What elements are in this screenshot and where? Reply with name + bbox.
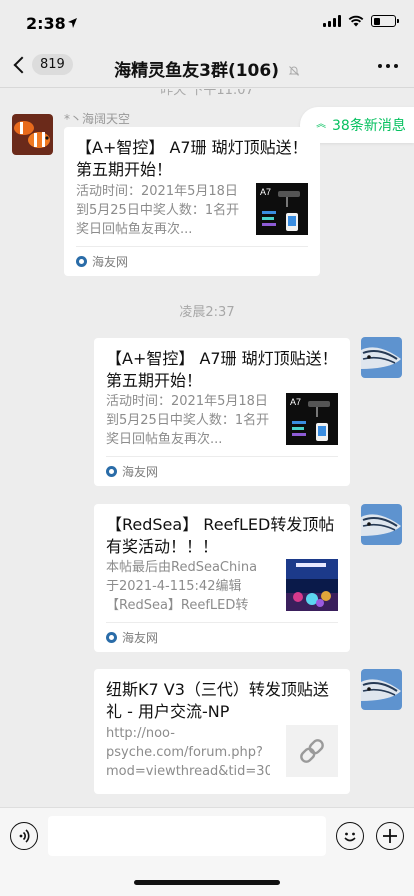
cellular-signal-icon [323, 15, 341, 27]
card-title: 【A+智控】 A7珊 瑚灯顶贴送！ 第五期开始！ [76, 138, 308, 179]
card-thumbnail [286, 559, 338, 611]
more-button[interactable] [378, 64, 398, 68]
more-functions-button[interactable] [376, 822, 404, 850]
thumb-a7-text: A7 [260, 187, 271, 197]
more-icon [378, 64, 382, 68]
link-card[interactable]: 【RedSea】 ReefLED转发顶帖有奖活动！！！ 本帖最后由RedSeaC… [94, 504, 350, 652]
card-title: 【RedSea】 ReefLED转发顶帖有奖活动！！！ [106, 515, 335, 556]
avatar-self[interactable] [361, 337, 402, 378]
card-source-name: 海友网 [92, 255, 129, 269]
emoji-icon [344, 832, 356, 842]
card-source: 海友网 [76, 246, 308, 276]
home-indicator [134, 880, 280, 885]
card-title: 【A+智控】 A7珊 瑚灯顶贴送！ 第五期开始！ [106, 349, 338, 390]
card-source-name: 海友网 [122, 465, 159, 479]
status-bar: 2:38 [0, 0, 414, 44]
voice-icon [19, 829, 30, 843]
thumb-a7-text: A7 [290, 397, 301, 407]
source-logo-icon [106, 466, 117, 477]
chat-header: 819 海精灵鱼友3群(106) [0, 44, 414, 88]
group-name: 海精灵鱼友3群(106) [114, 61, 279, 81]
link-card[interactable]: 【A+智控】 A7珊 瑚灯顶贴送！ 第五期开始！ 活动时间：2021年5月18日… [94, 338, 350, 486]
card-thumbnail: A7 [286, 393, 338, 445]
source-logo-icon [106, 632, 117, 643]
card-description: 活动时间：2021年5月18日到5月25日中奖人数：1名开奖日回帖鱼友再次... [76, 184, 240, 237]
link-card[interactable]: 纽斯K7 V3（三代）转发顶贴送礼 - 用户交流-NP http://noo-p… [94, 669, 350, 794]
partial-timestamp: 昨天 下午11:07 [160, 89, 254, 98]
fish-avatar-image [361, 669, 402, 710]
location-arrow-icon [68, 18, 77, 28]
plus-icon [383, 829, 397, 843]
sender-name: *丶海阔天空 [64, 112, 131, 126]
card-thumbnail: A7 [256, 183, 308, 235]
new-messages-label: 38条新消息 [332, 118, 406, 134]
message-list[interactable]: 昨天 下午11:07 ︽ 38条新消息 *丶海阔天空 【A+智控】 A7珊 瑚灯… [0, 89, 414, 807]
card-source: 海友网 [106, 622, 338, 652]
voice-button[interactable] [10, 822, 38, 850]
avatar-clownfish[interactable] [12, 114, 53, 155]
emoji-button[interactable] [336, 822, 364, 850]
mute-icon [288, 66, 300, 76]
avatar-self[interactable] [361, 669, 402, 710]
card-description: 活动时间：2021年5月18日到5月25日中奖人数：1名开奖日回帖鱼友再次... [106, 394, 270, 447]
message-input[interactable] [48, 816, 326, 856]
avatar-self[interactable] [361, 504, 402, 545]
card-source: 海友网 [106, 456, 338, 486]
chat-title: 海精灵鱼友3群(106) [0, 56, 414, 81]
time-divider: 凌晨2:37 [179, 305, 235, 320]
source-logo-icon [76, 256, 87, 267]
card-description: http://noo-psyche.com/forum.php?mod=view… [106, 726, 270, 779]
clownfish-avatar-image [12, 114, 53, 155]
link-card[interactable]: 【A+智控】 A7珊 瑚灯顶贴送！ 第五期开始！ 活动时间：2021年5月18日… [64, 127, 320, 276]
fish-avatar-image [361, 337, 402, 378]
card-title: 纽斯K7 V3（三代）转发顶贴送礼 - 用户交流-NP [106, 680, 329, 721]
battery-icon [371, 15, 399, 27]
link-icon [286, 725, 338, 777]
card-thumbnail [286, 725, 338, 777]
status-time: 2:38 [26, 14, 66, 33]
card-source-name: 海友网 [122, 631, 159, 645]
card-description: 本帖最后由RedSeaChina于2021-4-115:42编辑【RedSea】… [106, 560, 258, 613]
fish-avatar-image [361, 504, 402, 545]
wifi-icon [348, 15, 364, 27]
